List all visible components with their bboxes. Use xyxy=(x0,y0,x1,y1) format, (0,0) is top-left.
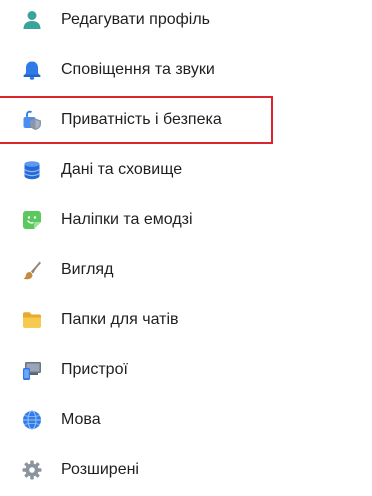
gear-icon xyxy=(20,458,44,482)
menu-item-label: Редагувати профіль xyxy=(61,11,211,28)
menu-item-advanced[interactable]: Розширені xyxy=(0,445,372,495)
brush-icon xyxy=(20,258,44,282)
menu-item-label: Наліпки та емодзі xyxy=(61,211,193,228)
database-icon xyxy=(20,158,44,182)
menu-item-notifications[interactable]: Сповіщення та звуки xyxy=(0,45,372,95)
menu-item-stickers-emoji[interactable]: Наліпки та емодзі xyxy=(0,195,372,245)
privacy-lock-icon xyxy=(20,108,44,132)
menu-item-label: Вигляд xyxy=(61,261,114,278)
sticker-icon xyxy=(20,208,44,232)
menu-item-chat-folders[interactable]: Папки для чатів xyxy=(0,295,372,345)
devices-icon xyxy=(20,358,44,382)
menu-item-label: Розширені xyxy=(61,461,139,478)
bell-icon xyxy=(20,58,44,82)
menu-item-label: Приватність і безпека xyxy=(61,111,222,128)
menu-item-data-storage[interactable]: Дані та сховище xyxy=(0,145,372,195)
menu-item-label: Папки для чатів xyxy=(61,311,179,328)
menu-item-appearance[interactable]: Вигляд xyxy=(0,245,372,295)
menu-item-label: Дані та сховище xyxy=(61,161,183,178)
menu-item-label: Пристрої xyxy=(61,361,128,378)
folder-icon xyxy=(20,308,44,332)
menu-item-devices[interactable]: Пристрої xyxy=(0,345,372,395)
profile-icon xyxy=(20,8,44,32)
menu-item-language[interactable]: Мова xyxy=(0,395,372,445)
menu-item-label: Сповіщення та звуки xyxy=(61,61,215,78)
settings-menu: Редагувати профіль Сповіщення та звуки П… xyxy=(0,0,372,496)
menu-item-privacy-security[interactable]: Приватність і безпека xyxy=(0,95,372,145)
globe-icon xyxy=(20,408,44,432)
menu-item-edit-profile[interactable]: Редагувати профіль xyxy=(0,0,372,45)
menu-item-label: Мова xyxy=(61,411,101,428)
